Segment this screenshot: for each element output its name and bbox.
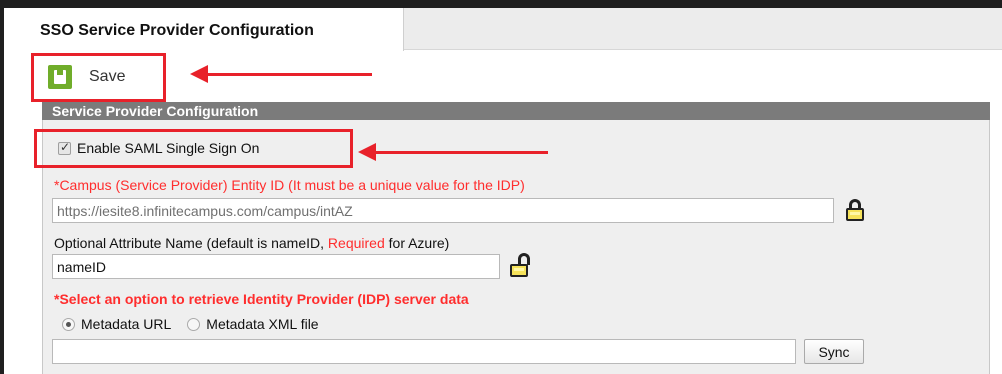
app-window: SSO Service Provider Configuration Save … [0, 0, 1002, 374]
metadata-xml-radio[interactable] [187, 317, 201, 331]
attribute-label-prefix: Optional Attribute Name (default is name… [54, 235, 328, 251]
tab-title: SSO Service Provider Configuration [40, 22, 314, 39]
idp-option-label: *Select an option to retrieve Identity P… [54, 291, 469, 307]
entity-id-label: *Campus (Service Provider) Entity ID (It… [54, 177, 525, 193]
metadata-url-input[interactable] [52, 339, 796, 364]
save-button[interactable]: Save [38, 58, 160, 98]
entity-id-input[interactable] [52, 198, 834, 223]
attribute-name-input[interactable] [52, 254, 500, 279]
sync-button[interactable]: Sync [804, 339, 864, 364]
checkbox-arrow-icon [358, 143, 376, 161]
idp-radio-group: Metadata URL Metadata XML file [62, 316, 335, 332]
save-arrow-line [208, 73, 372, 76]
metadata-xml-label: Metadata XML file [206, 316, 319, 332]
panel-header: Service Provider Configuration [42, 102, 990, 120]
save-button-label: Save [89, 68, 126, 85]
save-arrow-icon [190, 65, 208, 83]
metadata-url-label: Metadata URL [81, 316, 172, 332]
attribute-label-suffix: for Azure) [384, 235, 450, 251]
save-icon [48, 65, 72, 89]
window-top-border [0, 0, 1002, 8]
enable-saml-row[interactable]: Enable SAML Single Sign On [58, 140, 259, 156]
metadata-url-radio[interactable] [62, 317, 75, 331]
lock-icon[interactable] [846, 199, 864, 221]
enable-saml-checkbox[interactable] [58, 140, 71, 155]
checkbox-arrow-line [376, 151, 548, 154]
panel-header-title: Service Provider Configuration [52, 103, 259, 119]
enable-saml-label: Enable SAML Single Sign On [77, 140, 260, 156]
unlock-icon[interactable] [510, 253, 532, 277]
attribute-name-label: Optional Attribute Name (default is name… [54, 235, 449, 251]
attribute-label-required: Required [327, 235, 385, 251]
